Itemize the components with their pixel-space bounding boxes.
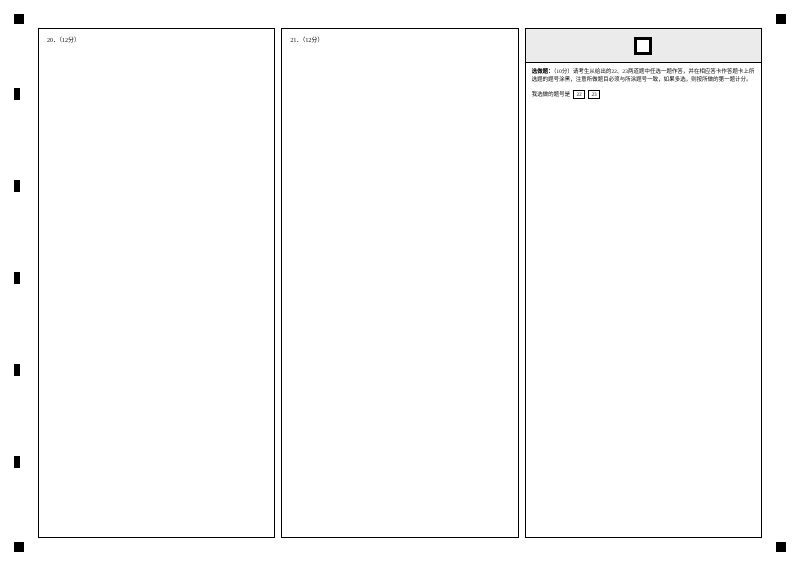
optional-section-title: 选做题： — [532, 69, 554, 75]
fiducial-mark-top-right — [776, 14, 786, 24]
answer-column-1: 20．（12分） — [38, 28, 275, 538]
side-tick-mark — [14, 88, 20, 100]
question-label-20: 20．（12分） — [47, 35, 80, 44]
optional-instruction-text: （10分）请考生从给出的22、23两道题中任选一题作答，并在相应答卡作答题卡上所… — [532, 69, 755, 83]
optional-question-instruction: 选做题：（10分）请考生从给出的22、23两道题中任选一题作答，并在相应答卡作答… — [526, 63, 761, 88]
select-label: 我选做的题号是 — [532, 90, 571, 98]
question-label-21: 21．（12分） — [290, 35, 323, 44]
option-box-22[interactable]: 22 — [573, 90, 585, 99]
side-tick-mark — [14, 180, 20, 192]
answer-columns: 20．（12分） 21．（12分） 选做题：（10分）请考生从给出的22、23两… — [38, 28, 762, 538]
side-tick-mark — [14, 272, 20, 284]
option-box-23[interactable]: 23 — [588, 90, 600, 99]
answer-column-3: 选做题：（10分）请考生从给出的22、23两道题中任选一题作答，并在相应答卡作答… — [525, 28, 762, 538]
answer-column-2: 21．（12分） — [281, 28, 518, 538]
header-square-icon — [634, 37, 652, 55]
side-tick-mark — [14, 364, 20, 376]
answer-sheet-page: 20．（12分） 21．（12分） 选做题：（10分）请考生从给出的22、23两… — [0, 0, 800, 566]
side-tick-mark — [14, 456, 20, 468]
fiducial-mark-bottom-left — [14, 542, 24, 552]
column-header-band — [526, 29, 761, 63]
selected-question-row: 我选做的题号是 22 23 — [526, 88, 761, 101]
fiducial-mark-top-left — [14, 14, 24, 24]
fiducial-mark-bottom-right — [776, 542, 786, 552]
